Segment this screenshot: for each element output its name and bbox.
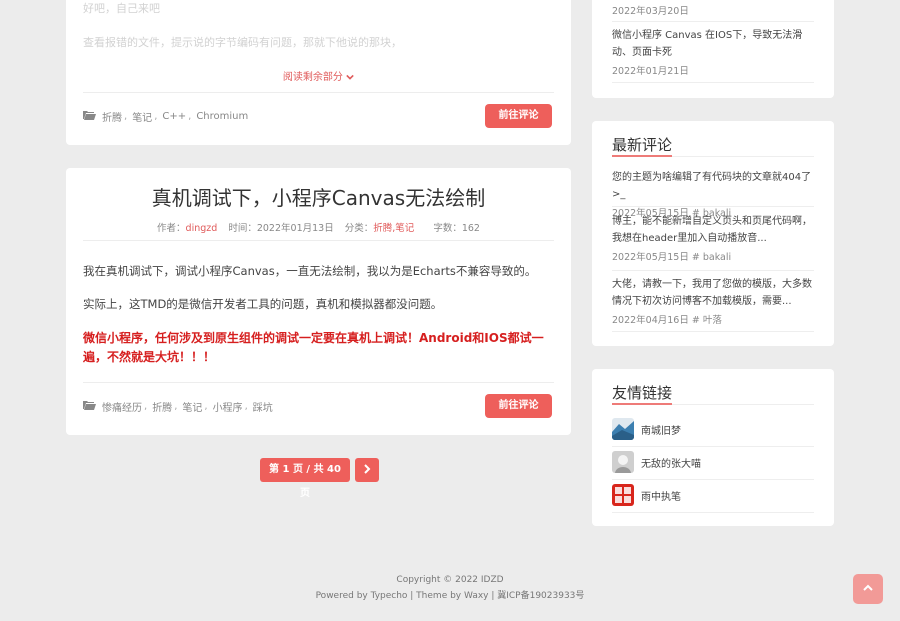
tag-link[interactable]: 笔记	[182, 399, 202, 414]
divider	[612, 21, 814, 22]
post-card: 真机调试下，小程序Canvas无法绘制 作者：dingzd 时间：2022年01…	[66, 168, 571, 435]
divider	[612, 479, 814, 480]
latest-comments-widget: 最新评论 您的主题为啥编辑了有代码块的文章就404了>_ 2022年05月15日…	[592, 121, 834, 346]
divider	[83, 382, 554, 383]
word-count: 162	[461, 223, 480, 234]
comment-meta: 2022年04月16日 # 叶落	[612, 315, 722, 326]
recent-post-item: 2022年03月20日	[612, 1, 814, 17]
divider	[612, 270, 814, 271]
divider	[612, 206, 814, 207]
friend-links-widget: 友情链接 南城旧梦 无敌的张大喵 雨中执笔	[592, 369, 834, 526]
folder-icon	[83, 400, 96, 413]
post-tags: 折腾, 笔记, C++, Chromium	[83, 109, 248, 124]
tag-link[interactable]: 小程序	[213, 399, 243, 414]
divider	[612, 446, 814, 447]
tag-link[interactable]: 踩坑	[253, 399, 273, 414]
friend-link-name[interactable]: 南城旧梦	[641, 422, 681, 437]
friend-link-name[interactable]: 雨中执笔	[641, 488, 681, 503]
divider	[612, 82, 814, 83]
avatar	[612, 451, 634, 473]
divider	[612, 512, 814, 513]
meta-time-label: 时间：	[228, 223, 257, 234]
tag-link[interactable]: 笔记	[132, 109, 152, 124]
post-paragraph: 实际上，这TMD的是微信开发者工具的问题，真机和模拟器都没问题。	[83, 297, 443, 311]
comment-item[interactable]: 您的主题为啥编辑了有代码块的文章就404了>_ 2022年05月15日 # ba…	[612, 169, 814, 219]
pagination: 第 1 页 / 共 40 页	[260, 458, 379, 499]
tag-link[interactable]: 折腾	[102, 109, 122, 124]
tag-link[interactable]: 折腾	[152, 399, 172, 414]
comment-item[interactable]: 大佬，请教一下，我用了您做的模版，大多数情况下初次访问博客不加载模版，需要...…	[612, 276, 814, 326]
copyright-text: Copyright © 2022 IDZD	[396, 575, 504, 585]
friend-link[interactable]: 南城旧梦	[612, 418, 681, 440]
avatar	[612, 484, 634, 506]
title-accent-line	[612, 155, 672, 157]
post-paragraph: 我在真机调试下，调试小程序Canvas，一直无法绘制，我以为是Echarts不兼…	[83, 264, 537, 278]
author-link[interactable]: dingzd	[186, 223, 218, 234]
divider	[83, 92, 554, 93]
tag-link[interactable]: Chromium	[196, 111, 248, 122]
chevron-down-icon	[346, 72, 354, 83]
friend-link[interactable]: 无敌的张大喵	[612, 451, 701, 473]
chevron-right-icon	[363, 463, 371, 477]
title-accent-line	[612, 403, 672, 405]
post-title[interactable]: 真机调试下，小程序Canvas无法绘制	[66, 182, 571, 211]
comment-text[interactable]: 大佬，请教一下，我用了您做的模版，大多数情况下初次访问博客不加载模版，需要...	[612, 276, 814, 310]
back-to-top-button[interactable]	[853, 574, 883, 604]
tag-link[interactable]: C++	[162, 111, 186, 122]
site-footer: Copyright © 2022 IDZD Powered by Typecho…	[0, 572, 900, 604]
friend-link[interactable]: 雨中执笔	[612, 484, 681, 506]
comment-item[interactable]: 博主，能不能新增自定义页头和页尾代码啊，我想在header里加入自动播放音...…	[612, 213, 814, 263]
divider	[612, 331, 814, 332]
post-meta: 作者：dingzd 时间：2022年01月13日 分类：折腾,笔记 字数：162	[66, 220, 571, 234]
meta-author-label: 作者：	[157, 223, 186, 234]
tag-link[interactable]: 惨痛经历	[102, 399, 142, 414]
recent-post-title[interactable]: 微信小程序 Canvas 在IOS下，导致无法滑动、页面卡死	[612, 27, 814, 61]
meta-words-label: 字数：	[433, 223, 462, 234]
post-excerpt-line: 好吧，自己来吧	[83, 2, 160, 15]
recent-post-date: 2022年01月21日	[612, 66, 689, 77]
post-card: 好吧，自己来吧 查看报错的文件，提示说的字节编码有问题，那就下他说的那块， 阅读…	[66, 0, 571, 145]
avatar	[612, 418, 634, 440]
widget-title: 最新评论	[612, 136, 673, 154]
read-more-link[interactable]: 阅读剩余部分	[66, 68, 571, 83]
go-comment-button[interactable]: 前往评论	[485, 104, 552, 128]
recent-post-item[interactable]: 微信小程序 Canvas 在IOS下，导致无法滑动、页面卡死 2022年01月2…	[612, 27, 814, 77]
meta-category-label: 分类：	[344, 223, 374, 234]
post-date: 2022年01月13日	[256, 223, 334, 234]
post-excerpt-line: 查看报错的文件，提示说的字节编码有问题，那就下他说的那块，	[83, 36, 402, 49]
divider	[83, 240, 554, 241]
folder-icon	[83, 110, 96, 123]
go-comment-button[interactable]: 前往评论	[485, 394, 552, 418]
widget-title: 友情链接	[612, 384, 673, 402]
comment-text[interactable]: 您的主题为啥编辑了有代码块的文章就404了>_	[612, 169, 814, 203]
friend-link-name[interactable]: 无敌的张大喵	[641, 455, 701, 470]
powered-by-text[interactable]: Powered by Typecho | Theme by Waxy | 冀IC…	[0, 588, 900, 604]
category-link[interactable]: 折腾,笔记	[373, 223, 414, 234]
comment-text[interactable]: 博主，能不能新增自定义页头和页尾代码啊，我想在header里加入自动播放音...	[612, 213, 814, 247]
read-more-label: 阅读剩余部分	[282, 72, 343, 83]
next-page-button[interactable]	[355, 458, 379, 482]
page-indicator: 第 1 页 / 共 40 页	[260, 458, 350, 499]
post-tags: 惨痛经历, 折腾, 笔记, 小程序, 踩坑	[83, 399, 273, 414]
recent-post-date: 2022年03月20日	[612, 6, 689, 17]
post-warning-text: 微信小程序，任何涉及到原生组件的调试一定要在真机上调试！Android和IOS都…	[83, 331, 544, 364]
comment-meta: 2022年05月15日 # bakali	[612, 252, 732, 263]
chevron-up-icon	[863, 584, 873, 595]
recent-posts-widget: 2022年03月20日 微信小程序 Canvas 在IOS下，导致无法滑动、页面…	[592, 0, 834, 98]
